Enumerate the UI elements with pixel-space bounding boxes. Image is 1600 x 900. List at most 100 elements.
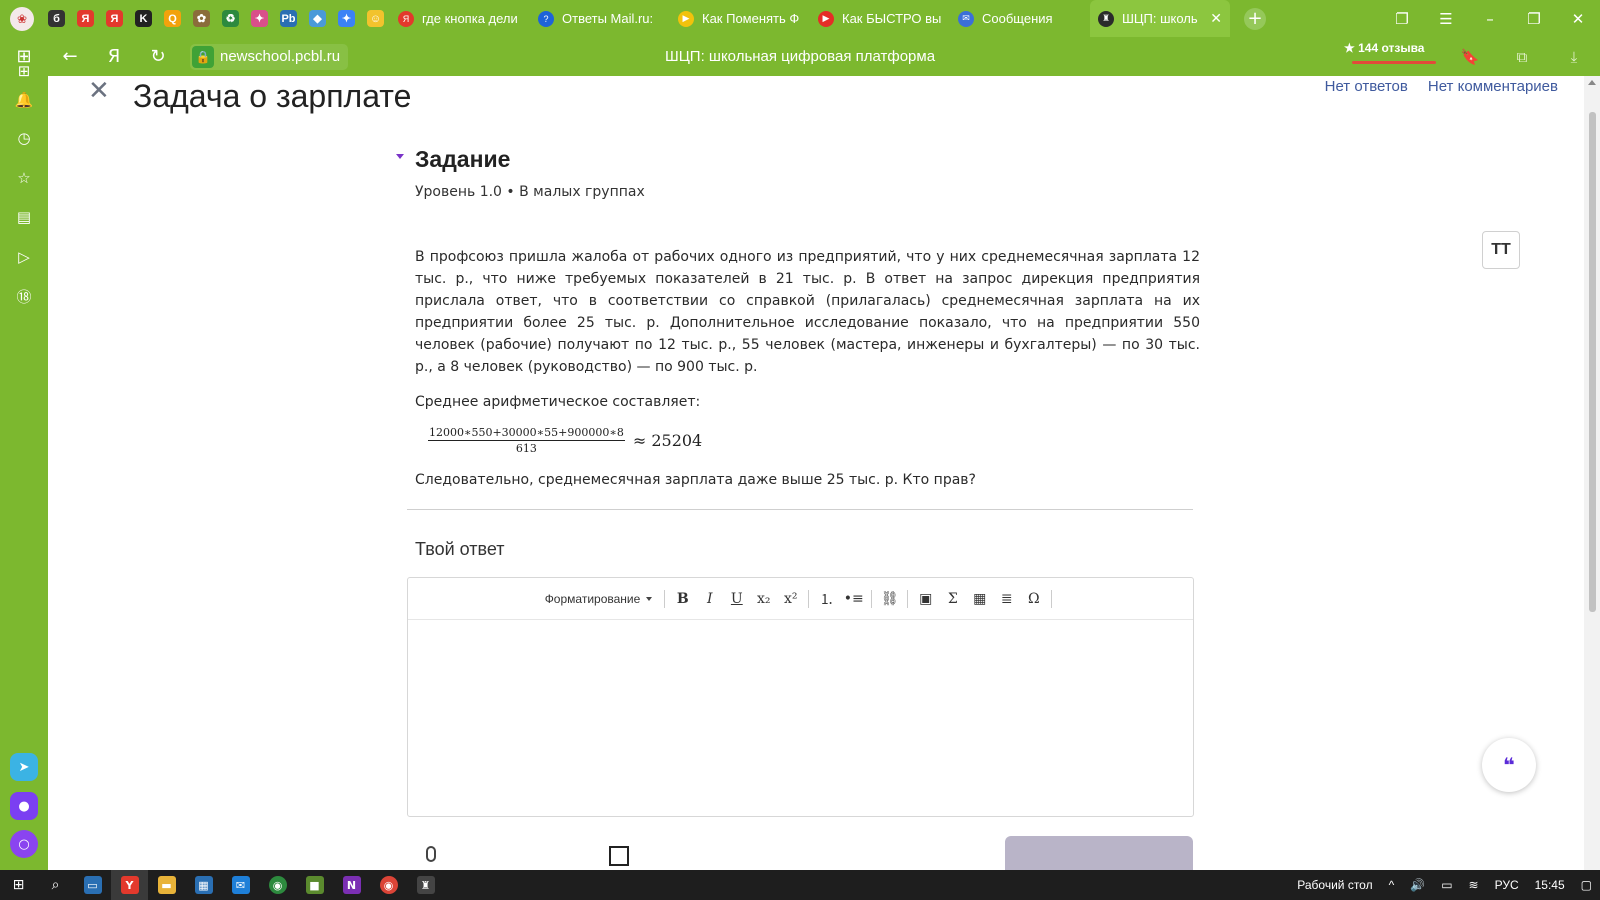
minimize-button[interactable]: –	[1468, 10, 1512, 28]
format-dropdown[interactable]: Форматирование	[545, 592, 653, 606]
mail-icon[interactable]: ✉	[222, 870, 259, 900]
search-icon[interactable]: ⌕	[37, 870, 74, 900]
pinned-tab[interactable]: ✿	[187, 0, 216, 37]
tab[interactable]: ✉ Сообщения	[950, 0, 1090, 37]
subscript-button[interactable]: x₂	[750, 586, 777, 612]
desktop-label[interactable]: Рабочий стол	[1297, 878, 1372, 892]
pinned-tab[interactable]: б	[42, 0, 71, 37]
favorites-star-icon[interactable]: ☆	[12, 166, 36, 190]
battery-icon[interactable]: ▭	[1441, 878, 1452, 892]
page-scrollbar[interactable]	[1584, 76, 1600, 870]
onenote-icon[interactable]: N	[333, 870, 370, 900]
grid-icon[interactable]	[609, 846, 629, 866]
clock[interactable]: 15:45	[1535, 878, 1565, 892]
answer-text-area[interactable]	[408, 620, 1193, 816]
address-bar[interactable]: 🔒 newschool.pcbl.ru	[190, 43, 349, 70]
close-window-button[interactable]: ✕	[1556, 10, 1600, 28]
pinned-tab[interactable]: Я	[100, 0, 129, 37]
new-tab-button[interactable]: +	[1244, 7, 1266, 30]
messenger-app-icon[interactable]: ➤	[10, 753, 38, 781]
bookmark-icon[interactable]: 🔖	[1444, 48, 1496, 66]
horizontal-rule-button[interactable]: ≣	[993, 586, 1020, 612]
formula-sigma-button[interactable]: Σ	[939, 586, 966, 612]
volume-icon[interactable]: 🔊	[1410, 878, 1425, 892]
extensions-icon[interactable]: ⧉	[1496, 48, 1548, 66]
video-play-icon[interactable]: ▷	[12, 245, 36, 269]
tab-label: Как Поменять Ф	[702, 11, 800, 26]
address-text[interactable]: newschool.pcbl.ru	[220, 48, 340, 65]
notifications-bell-icon[interactable]: 🔔	[12, 88, 36, 112]
pinned-tab[interactable]: Pb	[274, 0, 303, 37]
pinned-tab[interactable]: ♻	[216, 0, 245, 37]
assistant-app-icon[interactable]: ○	[10, 830, 38, 858]
yandex-home-icon[interactable]: Я	[92, 37, 136, 76]
pinned-tab[interactable]: ◆	[303, 0, 332, 37]
tab-label: где кнопка дели	[422, 11, 518, 26]
back-button[interactable]: ←	[48, 37, 92, 76]
menu-icon[interactable]: ☰	[1424, 10, 1468, 28]
tab[interactable]: ▶ Как БЫСТРО вы	[810, 0, 950, 37]
italic-button[interactable]: I	[696, 586, 723, 612]
pinned-tab[interactable]: K	[129, 0, 158, 37]
pinned-tab[interactable]: Я	[71, 0, 100, 37]
windows-start-icon[interactable]: ⊞	[0, 870, 37, 900]
file-explorer-icon[interactable]: ▬	[148, 870, 185, 900]
apps-grid-icon[interactable]: ⊞	[12, 59, 36, 83]
collapse-chevron-icon[interactable]	[396, 154, 404, 159]
text-size-button[interactable]: TT	[1482, 231, 1520, 269]
close-tab-icon[interactable]: ✕	[1210, 10, 1222, 27]
superscript-button[interactable]: x²	[777, 586, 804, 612]
pinned-tab[interactable]: ✦	[245, 0, 274, 37]
close-icon[interactable]: ✕	[88, 76, 110, 106]
collections-icon[interactable]: ▤	[12, 205, 36, 229]
numbered-list-button[interactable]: ⒈	[813, 586, 840, 612]
chevron-up-icon[interactable]: ^	[1389, 878, 1395, 892]
table-button[interactable]: ▦	[966, 586, 993, 612]
scroll-up-arrow-icon[interactable]	[1588, 80, 1596, 85]
tab[interactable]: Ягде кнопка дели	[390, 0, 530, 37]
lock-icon[interactable]: 🔒	[192, 45, 214, 68]
pinned-tab[interactable]: ✦	[332, 0, 361, 37]
scroll-thumb[interactable]	[1589, 112, 1596, 612]
bulleted-list-button[interactable]: •≡	[840, 586, 867, 612]
special-char-omega-button[interactable]: Ω	[1020, 586, 1047, 612]
game-launcher-icon[interactable]: ♜	[407, 870, 444, 900]
yandex-browser-taskbar-icon[interactable]: Y	[111, 870, 148, 900]
tab-active[interactable]: ♜ ШЦП: школь ✕	[1090, 0, 1230, 37]
alice-app-icon[interactable]: ●	[10, 792, 38, 820]
wifi-icon[interactable]: ≋	[1469, 878, 1479, 892]
link-button[interactable]: ⛓	[876, 586, 903, 612]
mean-label: Среднее арифметическое составляет:	[415, 394, 701, 410]
chat-bubble-button[interactable]: ❝	[1482, 738, 1536, 792]
chrome-icon[interactable]: ◉	[370, 870, 407, 900]
reviews-badge[interactable]: ★ 144 отзыва	[1344, 41, 1424, 55]
yandex-icon: Я	[77, 10, 94, 27]
chrome-taskbar-icon[interactable]: ◉	[259, 870, 296, 900]
history-clock-icon[interactable]: ◷	[12, 126, 36, 150]
pinned-tab[interactable]: Q	[158, 0, 187, 37]
reload-button[interactable]: ↻	[136, 37, 180, 76]
submit-button[interactable]	[1005, 836, 1193, 870]
age-18-icon[interactable]: ⑱	[12, 284, 36, 308]
attach-paperclip-icon[interactable]	[426, 846, 436, 862]
pinned-tab[interactable]: ☺	[361, 0, 390, 37]
tab[interactable]: ▶ Как Поменять Ф	[670, 0, 810, 37]
comments-link[interactable]: Нет комментариев	[1428, 78, 1558, 95]
browser-menu-logo-icon[interactable]: ❀	[10, 6, 34, 31]
notifications-icon[interactable]: ▢	[1581, 878, 1592, 892]
collections-icon[interactable]: ❐	[1380, 10, 1424, 28]
store-icon[interactable]: ▦	[185, 870, 222, 900]
underline-button[interactable]: U	[723, 586, 750, 612]
restore-button[interactable]: ❐	[1512, 10, 1556, 28]
bold-button[interactable]: B	[669, 586, 696, 612]
downloads-icon[interactable]: ⤓	[1548, 48, 1600, 66]
toolbar-separator	[907, 589, 909, 608]
message-icon: ✉	[958, 10, 974, 27]
language-indicator[interactable]: РУС	[1495, 878, 1519, 892]
answers-link[interactable]: Нет ответов	[1325, 78, 1408, 95]
image-button[interactable]: ▣	[912, 586, 939, 612]
yandex-icon: Я	[398, 10, 414, 27]
minecraft-icon[interactable]: ■	[296, 870, 333, 900]
tab[interactable]: ? Ответы Mail.ru:	[530, 0, 670, 37]
task-view-icon[interactable]: ▭	[74, 870, 111, 900]
